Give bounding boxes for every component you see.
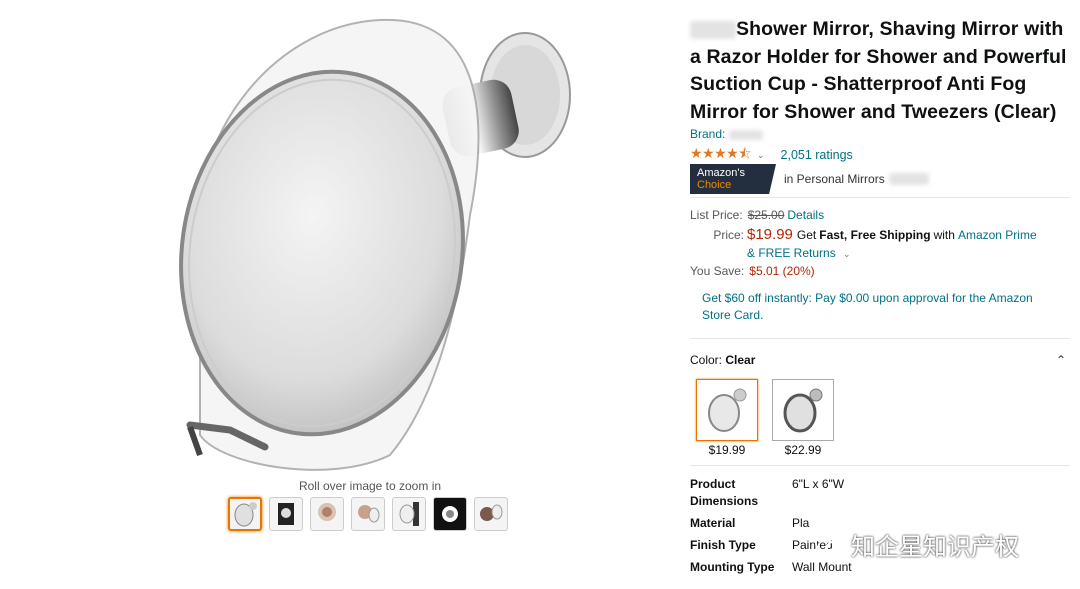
brand-row[interactable]: Brand: [690,127,1070,144]
thumbnail-6[interactable] [433,497,467,531]
thumbnail-3[interactable] [310,497,344,531]
savings-row: You Save: $5.01 (20%) [690,264,815,278]
blurred-brand [690,20,736,39]
list-price-row: List Price: $25.00 Details [690,208,825,222]
man-shaving-thumb-icon [480,504,503,521]
thumbnail-2[interactable] [269,497,303,531]
wall-thumb-icon [399,502,419,526]
blurred-keyword [888,173,929,185]
list-price: $25.00 [747,208,785,222]
thumbnail-4[interactable] [351,497,385,531]
swatch-image[interactable] [772,379,834,441]
free-returns-link[interactable]: & FREE Returns [747,246,836,260]
returns-row: & FREE Returns ⌄ [747,246,1070,260]
thumbnail-strip [228,497,508,531]
box-thumb-icon [278,503,294,525]
divider [690,197,1070,198]
choice-category[interactable]: in Personal Mirrors [784,172,885,186]
store-card-offer-link[interactable]: Get $60 off instantly: Pay $0.00 upon ap… [702,290,1057,324]
man-thumb-icon [358,505,380,523]
mirror-swatch-icon [708,388,747,432]
product-details: Shower Mirror, Shaving Mirror with a Raz… [690,16,1070,581]
divider [690,338,1070,339]
swatch-alt[interactable]: $22.99 [772,379,834,457]
image-gallery: Roll over image to zoom in [0,0,650,589]
woman-thumb-icon [318,503,336,521]
thumbnail-7[interactable] [474,497,508,531]
details-link[interactable]: Details [787,208,824,222]
ratings-count-link[interactable]: 2,051 ratings [781,148,853,162]
selected-color: Clear [725,353,756,367]
product-title: Shower Mirror, Shaving Mirror with a Raz… [690,18,1067,123]
free-shipping-text: Fast, Free Shipping [819,228,931,242]
chevron-up-icon[interactable]: ⌃ [1056,353,1066,367]
swatch-clear[interactable]: $19.99 [696,379,758,457]
swatch-image[interactable] [696,379,758,441]
price-block: List Price: $25.00 Details Price: $19.99… [690,208,1070,278]
chevron-down-icon[interactable]: ⌄ [843,249,851,259]
amazon-prime-link[interactable]: Amazon Prime [958,228,1037,242]
blurred-brand-name [728,129,763,140]
amazons-choice-row: Amazon's Choice in Personal Mirrors [690,164,1070,194]
mirror-thumb-icon [234,502,257,527]
swatch-price: $19.99 [708,443,746,457]
black-thumb-icon [442,506,458,522]
swatch-price: $22.99 [784,443,822,457]
zoom-hint: Roll over image to zoom in [298,479,442,493]
wechat-icon [815,533,844,555]
color-swatches: $19.99 $22.99 [696,379,1070,457]
price-row: Price: $19.99 Get Fast, Free Shipping wi… [713,226,1037,243]
thumbnail-1[interactable] [228,497,262,531]
chevron-down-icon[interactable]: ⌄ [757,150,765,161]
current-price: $19.99 [747,226,793,243]
amazons-choice-badge[interactable]: Amazon's Choice [690,164,776,194]
rating-row: ★★★★⯪ ⌄ 2,051 ratings [690,143,1070,167]
star-rating-icon[interactable]: ★★★★⯪ [690,143,751,167]
mirror-swatch-icon [783,388,823,433]
divider [690,465,1070,466]
color-selector-header[interactable]: Color: Clear ⌃ [690,353,1070,367]
spec-row: Product Dimensions 6"L x 6"W [690,477,845,508]
watermark: 知企星知识产权 [815,527,1019,562]
thumbnail-5[interactable] [392,497,426,531]
savings-amount: $5.01 (20%) [749,264,815,278]
product-main-image[interactable] [160,15,590,475]
